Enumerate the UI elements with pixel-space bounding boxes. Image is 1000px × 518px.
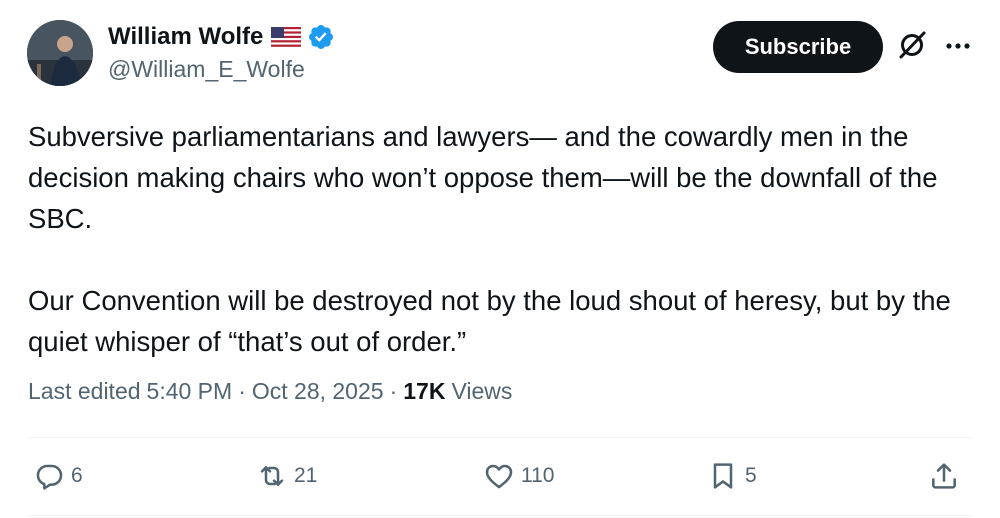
repost-count: 21 [294, 464, 318, 487]
heart-icon [485, 464, 513, 489]
edited-label[interactable]: Last edited [28, 378, 141, 405]
bookmark-count: 5 [745, 464, 757, 487]
author-name-row[interactable]: William Wolfe [108, 22, 335, 52]
divider [28, 437, 972, 438]
tweet-meta: Last edited 5:40 PM · Oct 28, 2025 · 17K… [28, 378, 512, 405]
views-count: 17K [403, 378, 446, 404]
bookmark-button[interactable]: 5 [707, 460, 757, 492]
tweet-paragraph: Our Convention will be destroyed not by … [28, 285, 951, 357]
tweet-time[interactable]: 5:40 PM [147, 378, 233, 405]
repost-button[interactable]: 21 [256, 460, 317, 492]
us-flag-icon [271, 26, 302, 48]
subscribe-button[interactable]: Subscribe [713, 21, 883, 73]
grok-icon[interactable] [897, 30, 927, 60]
divider [28, 515, 972, 516]
reply-icon [36, 464, 63, 490]
share-icon [932, 463, 956, 489]
views-label: Views [451, 378, 513, 404]
author-handle[interactable]: @William_E_Wolfe [108, 56, 305, 83]
tweet-paragraph: Subversive parliamentarians and lawyers—… [28, 121, 938, 234]
reply-count: 6 [71, 464, 83, 487]
tweet-date[interactable]: Oct 28, 2025 [252, 378, 384, 405]
share-button[interactable] [928, 460, 960, 492]
verified-badge-icon [307, 23, 335, 51]
meta-separator: · [389, 378, 398, 404]
meta-separator: · [238, 378, 246, 404]
repost-icon [260, 466, 284, 486]
bookmark-icon [713, 463, 733, 489]
more-options-icon[interactable] [944, 34, 972, 58]
reply-button[interactable]: 6 [33, 460, 83, 492]
like-count: 110 [521, 464, 555, 487]
tweet-text: Subversive parliamentarians and lawyers—… [28, 116, 978, 362]
avatar[interactable] [27, 20, 93, 86]
author-name[interactable]: William Wolfe [108, 23, 263, 51]
like-button[interactable]: 110 [483, 460, 554, 492]
